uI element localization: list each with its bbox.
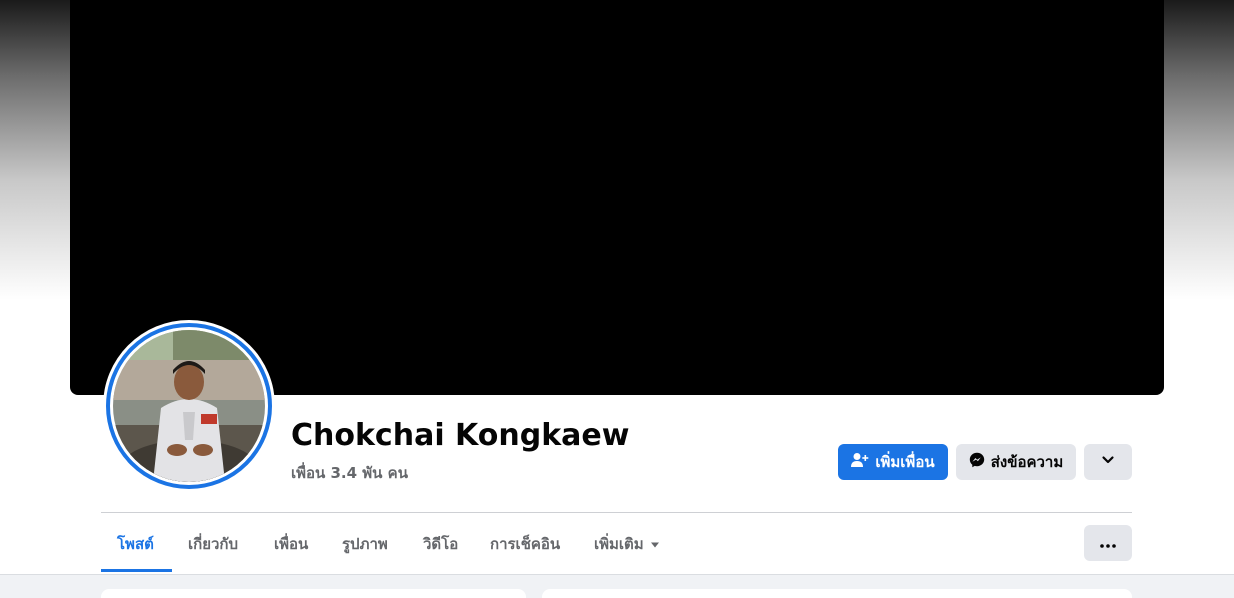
ellipsis-icon xyxy=(1100,534,1116,552)
add-friend-button[interactable]: เพิ่มเพื่อน xyxy=(838,444,948,480)
profile-options-button[interactable] xyxy=(1084,444,1132,480)
message-label: ส่งข้อความ xyxy=(990,453,1064,471)
intro-card xyxy=(101,589,526,598)
tab-about[interactable]: เกี่ยวกับ xyxy=(172,526,254,562)
profile-picture[interactable] xyxy=(103,320,275,492)
tab-friends[interactable]: เพื่อน xyxy=(258,526,324,562)
profile-name: Chokchai Kongkaew xyxy=(291,418,630,453)
avatar xyxy=(113,330,265,482)
messenger-icon xyxy=(969,452,985,472)
active-tab-indicator xyxy=(101,569,172,572)
chevron-down-icon xyxy=(1101,453,1115,471)
add-friend-label: เพิ่มเพื่อน xyxy=(875,453,935,471)
tab-photos[interactable]: รูปภาพ xyxy=(326,526,404,562)
tab-more[interactable]: เพิ่มเติม xyxy=(578,526,676,562)
posts-card xyxy=(542,589,1132,598)
tab-videos[interactable]: วิดีโอ xyxy=(407,526,474,562)
person-add-icon xyxy=(851,452,869,472)
tab-check-ins[interactable]: การเช็คอิน xyxy=(474,526,576,562)
more-options-button[interactable] xyxy=(1084,525,1132,561)
tab-posts[interactable]: โพสต์ xyxy=(101,526,170,562)
message-button[interactable]: ส่งข้อความ xyxy=(956,444,1076,480)
friend-count[interactable]: เพื่อน 3.4 พัน คน xyxy=(291,461,408,485)
caret-down-icon xyxy=(650,535,660,553)
tabs-divider xyxy=(101,512,1132,513)
